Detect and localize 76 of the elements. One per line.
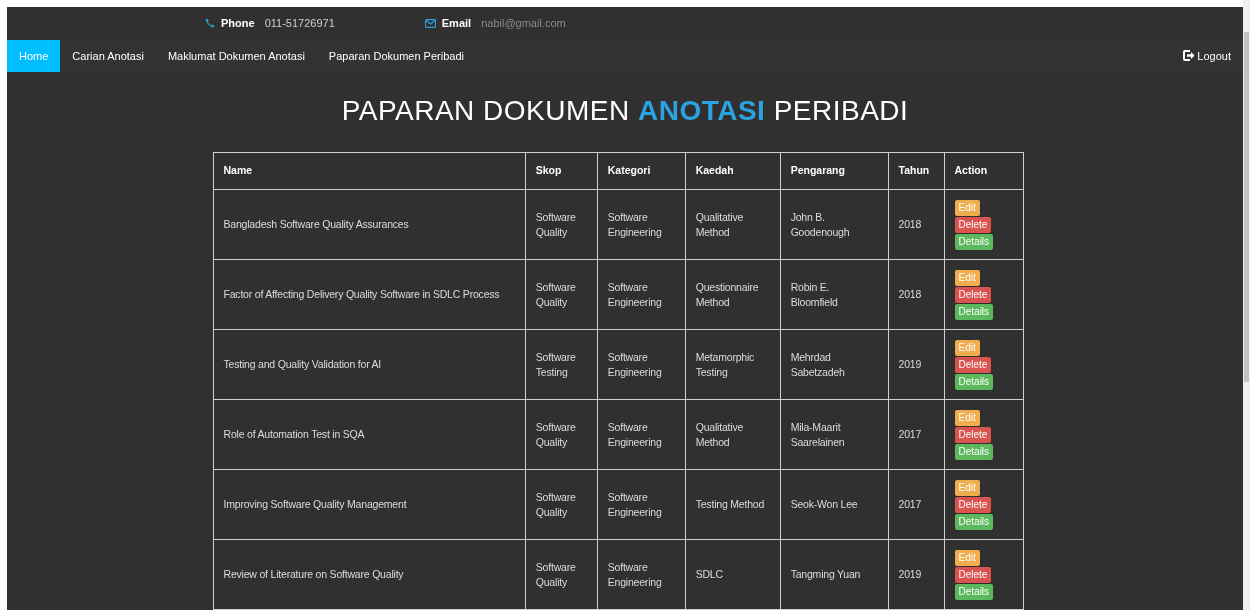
table-cell: Seok-Won Lee — [780, 469, 889, 540]
envelope-icon — [424, 18, 436, 28]
action-button[interactable]: Delete — [954, 286, 992, 303]
table-cell: Software Quality — [525, 259, 598, 330]
table-cell: Software Quality — [525, 189, 598, 260]
column-header: Skop — [525, 152, 598, 190]
table-cell: SDLC — [685, 539, 781, 610]
table-cell: 2017 — [888, 399, 944, 470]
action-button[interactable]: Edit — [954, 409, 980, 426]
table-cell: 2019 — [888, 329, 944, 400]
table-cell: Software Engineering — [597, 539, 686, 610]
action-button[interactable]: Delete — [954, 426, 992, 443]
scrollbar[interactable] — [1243, 0, 1250, 610]
table-cell: 2019 — [888, 539, 944, 610]
table-cell: 2018 — [888, 189, 944, 260]
action-button[interactable]: Details — [954, 583, 994, 600]
action-button[interactable]: Details — [954, 303, 994, 320]
table-cell: Software Engineering — [597, 329, 686, 400]
table-cell: Software Quality — [525, 539, 598, 610]
table-cell: Software Quality — [525, 469, 598, 540]
logout-link[interactable]: Logout — [1183, 39, 1243, 72]
table-cell: 2018 — [888, 259, 944, 330]
action-button[interactable]: Edit — [954, 199, 980, 216]
table-cell: Review of Literature on Software Quality — [213, 539, 526, 610]
action-button[interactable]: Delete — [954, 496, 992, 513]
table-cell: Software Engineering — [597, 399, 686, 470]
action-button[interactable]: Edit — [954, 549, 980, 566]
logout-icon — [1183, 50, 1196, 62]
scrollbar-thumb[interactable] — [1244, 32, 1249, 382]
phone-label: Phone — [221, 16, 255, 31]
action-button[interactable]: Details — [954, 373, 994, 390]
table-cell: Software Engineering — [597, 469, 686, 540]
table-cell: Software Engineering — [597, 259, 686, 330]
table-cell: 2017 — [888, 469, 944, 540]
action-button[interactable]: Edit — [954, 479, 980, 496]
column-header: Kategori — [597, 152, 686, 190]
table-cell: Software Quality — [525, 399, 598, 470]
table-cell: Metamorphic Testing — [685, 329, 781, 400]
page-title: PAPARAN DOKUMEN ANOTASI PERIBADI — [340, 94, 910, 128]
table-cell: Software Engineering — [597, 189, 686, 260]
table-cell: Role of Automation Test in SQA — [213, 399, 526, 470]
table-cell: Robin E. Bloomfield — [780, 259, 889, 330]
column-header: Kaedah — [685, 152, 781, 190]
table-cell: Software Testing — [525, 329, 598, 400]
table-cell: Testing and Quality Validation for AI — [213, 329, 526, 400]
table-cell: Mila-Maarit Saarelainen — [780, 399, 889, 470]
nav-tab[interactable]: Maklumat Dokumen Anotasi — [155, 39, 317, 72]
column-header: Name — [213, 152, 526, 190]
action-button[interactable]: Details — [954, 443, 994, 460]
nav-tab[interactable]: Home — [7, 39, 61, 72]
action-button[interactable]: Edit — [954, 269, 980, 286]
table-cell: Qualitative Method — [685, 399, 781, 470]
action-button[interactable]: Delete — [954, 216, 992, 233]
column-header: Action — [944, 152, 1023, 190]
action-button[interactable]: Delete — [954, 356, 992, 373]
phone-number: 011-51726971 — [264, 16, 335, 31]
action-button[interactable]: Edit — [954, 339, 980, 356]
table-cell: John B. Goodenough — [780, 189, 889, 260]
phone-icon — [205, 18, 215, 29]
column-header: Tahun — [888, 152, 944, 190]
column-header: Pengarang — [780, 152, 889, 190]
table-cell: Mehrdad Sabetzadeh — [780, 329, 889, 400]
table-cell: Qualitative Method — [685, 189, 781, 260]
table-cell: Improving Software Quality Management — [213, 469, 526, 540]
table-cell: Questionnaire Method — [685, 259, 781, 330]
table-cell: Bangladesh Software Quality Assurances — [213, 189, 526, 260]
action-button[interactable]: Details — [954, 233, 994, 250]
action-button[interactable]: Delete — [954, 566, 992, 583]
action-button[interactable]: Details — [954, 513, 994, 530]
email-label: Email — [441, 16, 472, 31]
table-cell: Tangming Yuan — [780, 539, 889, 610]
nav-tab[interactable]: Carian Anotasi — [60, 39, 156, 72]
nav-tab[interactable]: Paparan Dokumen Peribadi — [316, 39, 476, 72]
email-address: nabil@gmail.com — [481, 16, 566, 31]
table-cell: Factor of Affecting Delivery Quality Software in SDLC Process — [213, 259, 526, 330]
table-cell: Testing Method — [685, 469, 781, 540]
